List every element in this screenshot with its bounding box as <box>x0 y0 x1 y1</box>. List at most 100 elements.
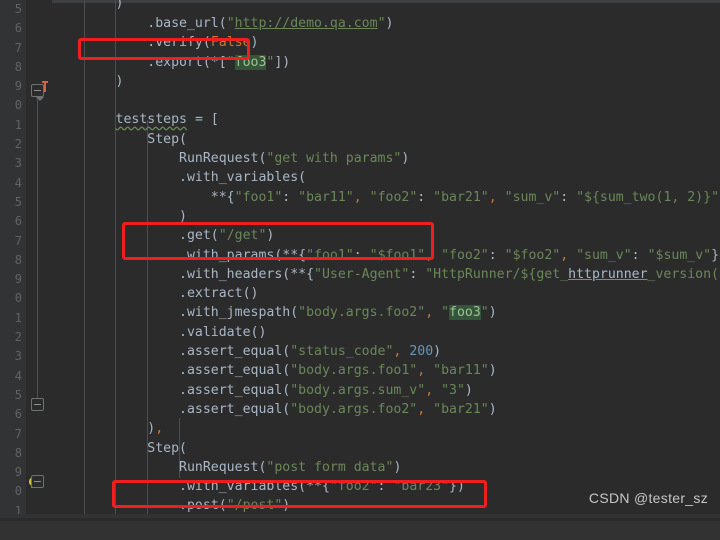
code-token: , <box>560 248 576 263</box>
fold-collapse-icon-step2[interactable] <box>31 398 44 411</box>
fold-collapse-icon-headers[interactable] <box>31 475 44 488</box>
code-line[interactable]: .with_headers(**{"User-Agent": "HttpRunn… <box>52 265 720 284</box>
code-token: , <box>417 363 433 378</box>
code-line[interactable]: RunRequest("post form data") <box>52 458 720 477</box>
ide-editor-window: 567890123456789012345678901 ) .base_url(… <box>0 0 720 518</box>
line-number: 6 <box>0 405 26 424</box>
code-token: "bar23" <box>393 479 449 494</box>
indent-space <box>52 441 147 456</box>
code-token: ) <box>116 0 124 11</box>
code-line[interactable]: **{"foo1": "bar11", "foo2": "bar21", "su… <box>52 188 720 207</box>
code-token: foo3 <box>235 55 267 70</box>
code-token: " <box>441 305 449 320</box>
code-token: ) <box>401 151 409 166</box>
code-token: .post( <box>179 498 227 513</box>
indent-space <box>52 325 179 340</box>
code-token: }) <box>711 248 720 263</box>
code-token: : <box>489 248 505 263</box>
code-token: , <box>354 190 370 205</box>
code-line[interactable]: ) <box>52 207 720 226</box>
line-number: 8 <box>0 251 26 270</box>
line-number: 6 <box>0 19 26 38</box>
code-token: , <box>417 402 433 417</box>
line-number: 8 <box>0 58 26 77</box>
code-token: "bar21" <box>433 190 489 205</box>
code-token: .base_url( <box>147 16 226 31</box>
indent-space <box>52 228 179 243</box>
code-line[interactable]: .assert_equal("body.args.sum_v", "3") <box>52 381 720 400</box>
fold-collapse-icon[interactable] <box>31 84 44 97</box>
code-line[interactable]: ), <box>52 419 720 438</box>
code-token: : <box>282 190 298 205</box>
code-line[interactable]: .assert_equal("body.args.foo2", "bar21") <box>52 400 720 419</box>
indent-space <box>52 363 179 378</box>
code-token: ) <box>386 16 394 31</box>
code-token: , <box>425 305 441 320</box>
code-token: "get with params" <box>266 151 401 166</box>
line-number: 0 <box>0 482 26 501</box>
code-line[interactable]: .get("/get") <box>52 226 720 245</box>
line-number: 6 <box>0 212 26 231</box>
code-token: "$foo1" <box>370 248 426 263</box>
code-token: "${sum_two(1, 2)}" <box>576 190 719 205</box>
code-token: False <box>211 35 251 50</box>
code-token: .with_headers(**{ <box>179 267 314 282</box>
indent-space <box>52 0 116 11</box>
code-token: .assert_equal( <box>179 344 290 359</box>
line-number: 4 <box>0 174 26 193</box>
code-line[interactable]: Step( <box>52 439 720 458</box>
indent-space <box>52 55 147 70</box>
indent-space <box>52 402 179 417</box>
code-token: "$sum_v" <box>648 248 712 263</box>
code-token: "foo2" <box>370 190 418 205</box>
fold-rail-outer <box>37 90 38 400</box>
code-line[interactable]: .verify(False) <box>52 33 720 52</box>
code-token: }) <box>449 479 465 494</box>
code-line[interactable]: .with_jmespath("body.args.foo2", "foo3") <box>52 303 720 322</box>
code-line[interactable]: RunRequest("get with params") <box>52 149 720 168</box>
code-token: .validate() <box>179 325 266 340</box>
code-token: , <box>393 344 409 359</box>
code-token: "foo1" <box>306 248 354 263</box>
indent-space <box>52 209 179 224</box>
code-line[interactable]: .extract() <box>52 284 720 303</box>
code-line[interactable]: .base_url("http://demo.qa.com") <box>52 14 720 33</box>
code-token: .with_params(**{ <box>179 248 306 263</box>
code-line[interactable]: .assert_equal("status_code", 200) <box>52 342 720 361</box>
code-line[interactable]: .assert_equal("body.args.foo1", "bar11") <box>52 361 720 380</box>
code-line[interactable]: ) <box>52 72 720 91</box>
code-token: "body.args.sum_v" <box>290 383 425 398</box>
editor-gutter[interactable]: 567890123456789012345678901 <box>0 0 26 518</box>
editor-marker-strip[interactable] <box>26 0 52 518</box>
code-token: : <box>378 479 394 494</box>
code-token: " <box>227 55 235 70</box>
code-token: ) <box>433 344 441 359</box>
code-lines[interactable]: ) .base_url("http://demo.qa.com") .verif… <box>52 0 720 518</box>
code-token: : <box>560 190 576 205</box>
code-token: "bar21" <box>433 402 489 417</box>
code-token: "body.args.foo2" <box>298 305 425 320</box>
code-token: "/get" <box>219 228 267 243</box>
code-line[interactable]: teststeps = [ <box>52 110 720 129</box>
code-token: Step( <box>147 132 187 147</box>
code-token: "status_code" <box>290 344 393 359</box>
code-token: ) <box>116 74 124 89</box>
code-line[interactable]: ) <box>52 0 720 14</box>
code-line[interactable]: .with_params(**{"foo1": "$foo1", "foo2":… <box>52 246 720 265</box>
run-test-marker <box>44 81 46 92</box>
indent-space <box>52 112 116 127</box>
indent-space <box>52 132 147 147</box>
code-token: " <box>227 16 235 31</box>
code-token: ) <box>489 402 497 417</box>
code-line[interactable] <box>52 91 720 110</box>
indent-space <box>52 190 211 205</box>
code-token: " <box>481 305 489 320</box>
line-number: 9 <box>0 77 26 96</box>
code-token: = [ <box>187 112 219 127</box>
code-line[interactable]: .validate() <box>52 323 720 342</box>
code-token: ) <box>489 363 497 378</box>
code-content-area[interactable]: ) .base_url("http://demo.qa.com") .verif… <box>52 0 720 518</box>
code-line[interactable]: Step( <box>52 130 720 149</box>
code-line[interactable]: .export(*["foo3"]) <box>52 53 720 72</box>
code-line[interactable]: .with_variables( <box>52 168 720 187</box>
